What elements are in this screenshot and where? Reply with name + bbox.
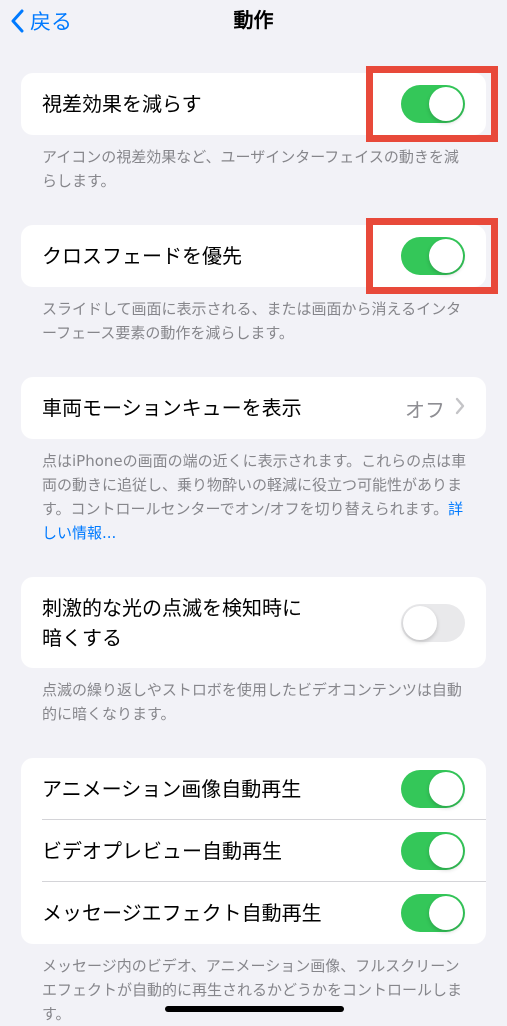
vehicle-motion-footnote-text: 点はiPhoneの画面の端の近くに表示されます。これらの点は車両の動きに追従し、… xyxy=(42,452,467,518)
dim-flashing-label: 刺激的な光の点滅を検知時に 暗くする xyxy=(42,593,302,653)
autoplay-message-effects-label: メッセージエフェクト自動再生 xyxy=(42,901,322,925)
vehicle-motion-group: 車両モーションキューを表示 オフ xyxy=(21,377,486,439)
home-indicator xyxy=(165,1006,344,1012)
dim-flashing-label-line1: 刺激的な光の点滅を検知時に xyxy=(42,595,302,620)
autoplay-animated-images-row: アニメーション画像自動再生 xyxy=(21,758,486,820)
autoplay-animated-images-toggle[interactable] xyxy=(401,770,465,808)
reduce-motion-label: 視差効果を減らす xyxy=(42,92,202,116)
autoplay-video-previews-label: ビデオプレビュー自動再生 xyxy=(42,839,282,863)
dim-flashing-toggle[interactable] xyxy=(401,603,465,642)
dim-flashing-footnote: 点滅の繰り返しやストロボを使用したビデオコンテンツは自動的に暗くなります。 xyxy=(42,681,462,723)
vehicle-motion-row[interactable]: 車両モーションキューを表示 オフ xyxy=(21,377,486,439)
autoplay-animated-images-label: アニメーション画像自動再生 xyxy=(42,777,302,801)
dim-flashing-label-line2: 暗くする xyxy=(42,625,122,650)
vehicle-motion-footnote: 点はiPhoneの画面の端の近くに表示されます。これらの点は車両の動きに追従し、… xyxy=(42,449,472,545)
dim-flashing-row: 刺激的な光の点滅を検知時に 暗くする xyxy=(21,577,486,668)
cross-fade-label: クロスフェードを優先 xyxy=(42,244,242,268)
autoplay-group: アニメーション画像自動再生 ビデオプレビュー自動再生 メッセージエフェクト自動再… xyxy=(21,758,486,944)
highlight-box xyxy=(366,66,498,142)
chevron-right-icon xyxy=(455,397,465,419)
page-title: 動作 xyxy=(233,8,274,32)
highlight-box xyxy=(366,218,498,294)
autoplay-message-effects-toggle[interactable] xyxy=(401,894,465,932)
vehicle-motion-value: オフ xyxy=(405,397,445,422)
vehicle-motion-label: 車両モーションキューを表示 xyxy=(42,396,302,420)
autoplay-video-previews-row: ビデオプレビュー自動再生 xyxy=(21,820,486,882)
toggle-knob xyxy=(403,605,437,640)
dim-flashing-group: 刺激的な光の点滅を検知時に 暗くする xyxy=(21,577,486,668)
autoplay-message-effects-row: メッセージエフェクト自動再生 xyxy=(21,882,486,944)
reduce-motion-footnote: アイコンの視差効果など、ユーザインターフェイスの動きを減らします。 xyxy=(42,148,459,190)
toggle-knob xyxy=(429,834,463,868)
autoplay-footnote: メッセージ内のビデオ、アニメーション画像、フルスクリーンエフェクトが自動的に再生… xyxy=(42,957,463,1023)
toggle-knob xyxy=(429,772,463,806)
vehicle-motion-value-wrap: オフ xyxy=(405,377,465,439)
autoplay-video-previews-toggle[interactable] xyxy=(401,832,465,870)
cross-fade-footnote: スライドして画面に表示される、または画面から消えるインターフェース要素の動作を減… xyxy=(42,300,462,342)
toggle-knob xyxy=(429,896,463,930)
navigation-bar: 戻る 動作 xyxy=(0,0,507,46)
